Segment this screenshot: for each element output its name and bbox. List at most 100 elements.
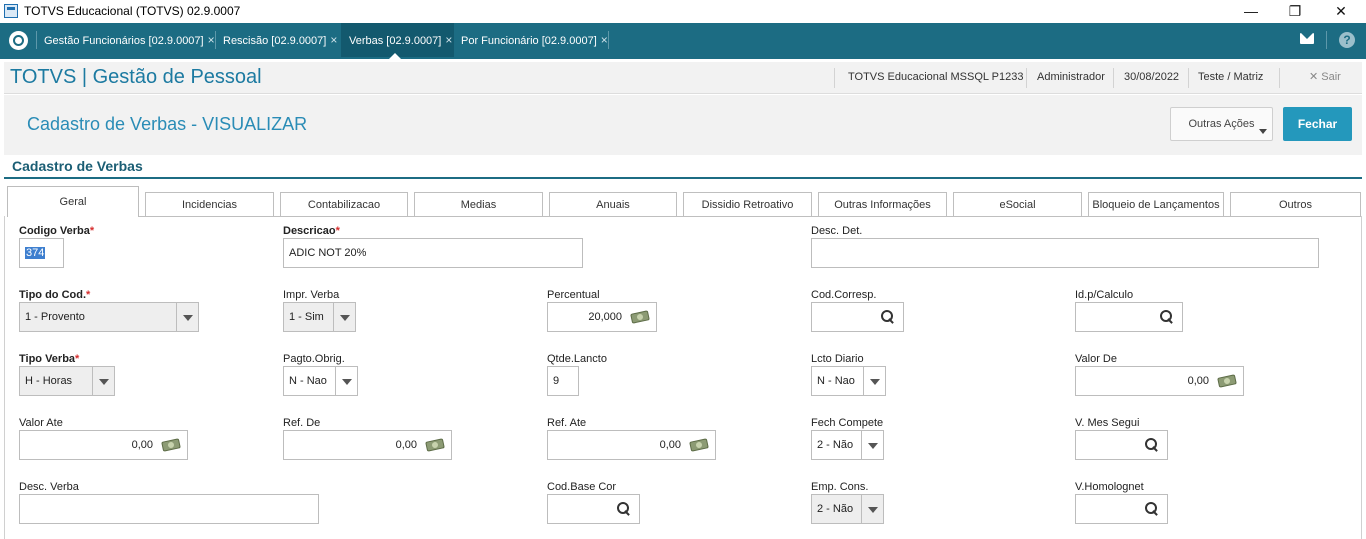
tab-label: Por Funcionário [02.9.0007] <box>461 35 597 47</box>
tab-gestao-funcionarios[interactable]: Gestão Funcionários [02.9.0007] × <box>36 23 215 57</box>
section-underline <box>4 177 1362 179</box>
tab-close-icon[interactable]: × <box>601 33 608 47</box>
tab-anuais[interactable]: Anuais <box>549 192 677 217</box>
search-icon[interactable] <box>1145 502 1159 516</box>
tab-separator <box>1326 31 1327 49</box>
emp-cons-label: Emp. Cons. <box>811 481 869 493</box>
other-actions-button[interactable]: Outras Ações <box>1170 107 1273 141</box>
valor-ate-label: Valor Ate <box>19 417 63 429</box>
minimize-button[interactable]: — <box>1228 0 1274 23</box>
chevron-down-icon[interactable] <box>92 367 114 395</box>
cod-corresp-label: Cod.Corresp. <box>811 289 877 301</box>
v-mes-segui-label: V. Mes Segui <box>1075 417 1140 429</box>
mail-icon[interactable] <box>1300 33 1314 44</box>
money-icon[interactable] <box>161 438 181 452</box>
desc-verba-label: Desc. Verba <box>19 481 79 493</box>
tab-rescisao[interactable]: Rescisão [02.9.0007] × <box>215 23 337 57</box>
codigo-verba-input[interactable]: 374 <box>19 238 64 268</box>
date-label: 30/08/2022 <box>1124 71 1180 83</box>
tab-bar: Gestão Funcionários [02.9.0007] × Rescisã… <box>0 23 1366 59</box>
id-calculo-label: Id.p/Calculo <box>1075 289 1134 301</box>
pagto-obrig-select[interactable]: N - Nao <box>283 366 358 396</box>
impr-verba-select[interactable]: 1 - Sim <box>283 302 356 332</box>
desc-det-label: Desc. Det. <box>811 225 863 237</box>
emp-cons-select[interactable]: 2 - Não <box>811 494 884 524</box>
qtde-lancto-input[interactable]: 9 <box>547 366 579 396</box>
valor-de-input[interactable]: 0,00 <box>1075 366 1244 396</box>
money-icon[interactable] <box>689 438 709 452</box>
app-icon <box>4 4 18 18</box>
window-title-bar: TOTVS Educacional (TOTVS) 02.9.0007 — ❐ … <box>0 0 1366 23</box>
window-title: TOTVS Educacional (TOTVS) 02.9.0007 <box>24 4 241 18</box>
money-icon[interactable] <box>425 438 445 452</box>
tipo-verba-select[interactable]: H - Horas <box>19 366 115 396</box>
search-icon[interactable] <box>1145 438 1159 452</box>
tab-separator <box>608 31 609 49</box>
tipo-verba-label: Tipo Verba* <box>19 353 80 365</box>
chevron-down-icon[interactable] <box>333 303 355 331</box>
money-icon[interactable] <box>630 310 650 324</box>
search-icon[interactable] <box>881 310 895 324</box>
desc-det-input[interactable] <box>811 238 1319 268</box>
impr-verba-label: Impr. Verba <box>283 289 340 301</box>
tab-verbas[interactable]: Verbas [02.9.0007] × <box>341 23 454 59</box>
search-icon[interactable] <box>617 502 631 516</box>
chevron-down-icon[interactable] <box>863 367 885 395</box>
fech-compete-select[interactable]: 2 - Não <box>811 430 884 460</box>
valor-de-label: Valor De <box>1075 353 1117 365</box>
search-icon[interactable] <box>1160 310 1174 324</box>
environment-label: TOTVS Educacional MSSQL P1233 <box>848 71 1024 83</box>
tipo-cod-select[interactable]: 1 - Provento <box>19 302 199 332</box>
tab-contabilizacao[interactable]: Contabilizacao <box>280 192 408 217</box>
tab-close-icon[interactable]: × <box>330 33 337 47</box>
lcto-diario-select[interactable]: N - Nao <box>811 366 886 396</box>
chevron-down-icon[interactable] <box>861 495 883 523</box>
close-button[interactable]: Fechar <box>1283 107 1352 141</box>
chevron-down-icon[interactable] <box>176 303 198 331</box>
money-icon[interactable] <box>1217 374 1237 388</box>
totvs-logo-icon[interactable] <box>9 31 28 50</box>
v-mes-segui-input[interactable] <box>1075 430 1168 460</box>
descricao-input[interactable]: ADIC NOT 20% <box>283 238 583 268</box>
header-divider <box>1279 68 1280 88</box>
id-calculo-input[interactable] <box>1075 302 1183 332</box>
tab-medias[interactable]: Medias <box>414 192 543 217</box>
restore-button[interactable]: ❐ <box>1272 0 1318 23</box>
help-icon[interactable]: ? <box>1339 32 1355 48</box>
section-title: Cadastro de Verbas <box>12 158 143 174</box>
chevron-down-icon[interactable] <box>335 367 357 395</box>
v-homolognet-label: V.Homolognet <box>1075 481 1144 493</box>
descricao-label: Descricao* <box>283 225 340 237</box>
tab-geral[interactable]: Geral <box>7 186 139 217</box>
exit-button[interactable]: ✕ Sair <box>1309 70 1341 83</box>
close-window-button[interactable]: ✕ <box>1318 0 1364 23</box>
percentual-label: Percentual <box>547 289 600 301</box>
branch-label: Teste / Matriz <box>1198 71 1264 83</box>
tab-outros[interactable]: Outros <box>1230 192 1361 217</box>
ref-ate-label: Ref. Ate <box>547 417 587 429</box>
lcto-diario-label: Lcto Diario <box>811 353 864 365</box>
tab-bloqueio-lancamentos[interactable]: Bloqueio de Lançamentos <box>1088 192 1224 217</box>
tab-esocial[interactable]: eSocial <box>953 192 1082 217</box>
cod-corresp-input[interactable] <box>811 302 904 332</box>
tab-por-funcionario[interactable]: Por Funcionário [02.9.0007] × <box>453 23 608 57</box>
page-title: Cadastro de Verbas - VISUALIZAR <box>27 114 308 134</box>
header-divider <box>1188 68 1189 88</box>
cod-base-cor-input[interactable] <box>547 494 640 524</box>
chevron-down-icon[interactable] <box>861 431 883 459</box>
tab-outras-informacoes[interactable]: Outras Informações <box>818 192 947 217</box>
header-divider <box>1113 68 1114 88</box>
tab-dissidio-retroativo[interactable]: Dissidio Retroativo <box>683 192 812 217</box>
tab-incidencias[interactable]: Incidencias <box>145 192 274 217</box>
header-divider <box>834 68 835 88</box>
tab-close-icon[interactable]: × <box>445 33 452 47</box>
valor-ate-input[interactable]: 0,00 <box>19 430 188 460</box>
ref-ate-input[interactable]: 0,00 <box>547 430 716 460</box>
active-tab-pointer <box>389 53 401 59</box>
desc-verba-input[interactable] <box>19 494 319 524</box>
tab-label: Verbas [02.9.0007] <box>349 35 442 47</box>
ref-de-input[interactable]: 0,00 <box>283 430 452 460</box>
percentual-input[interactable]: 20,000 <box>547 302 657 332</box>
v-homolognet-input[interactable] <box>1075 494 1168 524</box>
tab-close-icon[interactable]: × <box>208 33 215 47</box>
